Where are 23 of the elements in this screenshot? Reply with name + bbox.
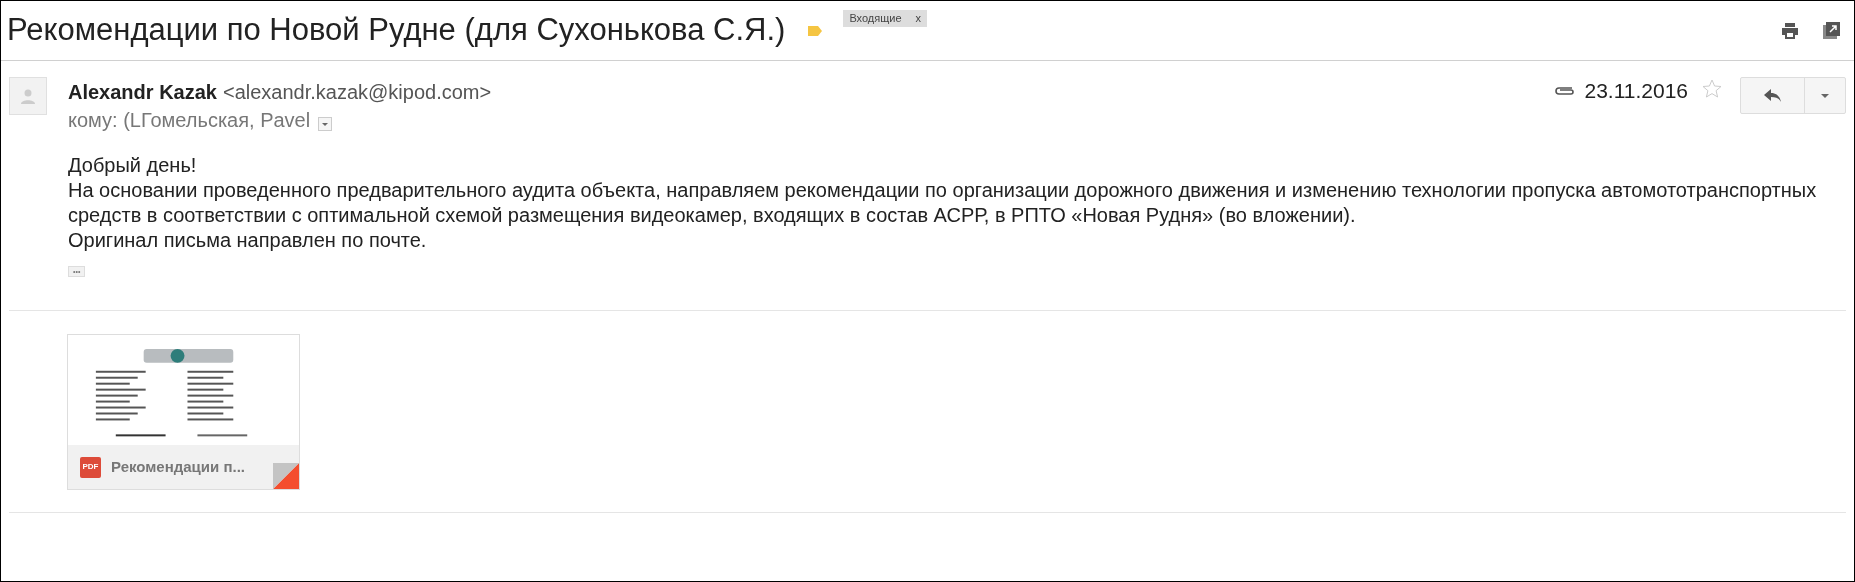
caret-icon — [1821, 93, 1829, 98]
attachment-card[interactable]: PDF Рекомендации п... — [67, 334, 300, 490]
star-icon[interactable] — [1702, 79, 1722, 99]
message-paragraph: На основании проведенного предварительного аудита объекта, направляем рекомендации по организации дорожного движения и изменению технологии пропуска автомототранспортных средств в соответствии с оптимальной схемой размещения видеокамер, входящих в состав АСРР, в РПТО «Новая Рудня» (во вложении). — [68, 178, 1818, 228]
label-text: Входящие — [849, 11, 902, 27]
dropdown-icon[interactable] — [318, 117, 333, 131]
message-paragraph: Добрый день! — [68, 153, 198, 178]
sender-email: <alexandr.kazak@kipod.com> — [222, 80, 492, 105]
remove-label-button[interactable]: x — [915, 10, 922, 27]
corner-fold-icon — [273, 463, 299, 489]
avatar-icon — [9, 77, 47, 115]
sender-name: Alexandr Kazak — [68, 80, 217, 105]
recipients-text: кому: (LГомельская, Pavel — [68, 108, 311, 133]
pdf-badge: PDF — [80, 456, 101, 478]
print-icon[interactable] — [1781, 22, 1799, 39]
label-icon — [807, 24, 824, 37]
new-window-icon[interactable] — [1823, 22, 1840, 39]
reply-icon — [1764, 89, 1781, 102]
message-paragraph: Оригинал письма направлен по почте. — [68, 228, 428, 253]
email-subject: Рекомендации по Новой Рудне (для Сухонькова С.Я.) — [7, 11, 786, 50]
paperclip-icon — [1554, 85, 1575, 96]
message-date: 23.11.2016 — [1584, 78, 1688, 104]
attachment-name: Рекомендации п... — [111, 456, 245, 477]
